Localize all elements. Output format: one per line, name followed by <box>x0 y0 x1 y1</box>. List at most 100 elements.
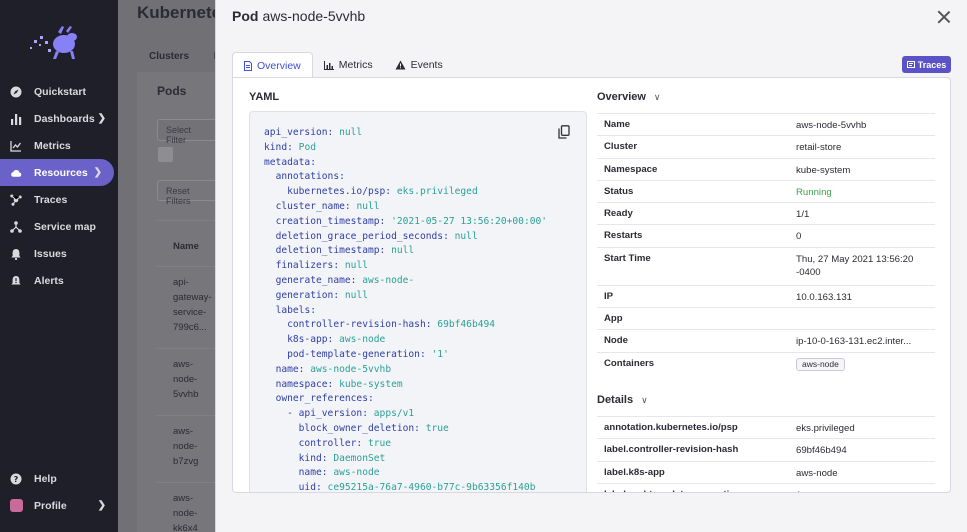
yaml-key: name: <box>275 363 305 375</box>
sidebar-item-resources[interactable]: Resources ❯ <box>0 159 114 186</box>
tab-metrics[interactable]: Metrics <box>313 52 384 78</box>
yaml-line: - api_version: apps/v1 <box>264 407 547 422</box>
kv-value: 1 <box>796 484 935 492</box>
sidebar-item-traces[interactable]: Traces <box>0 186 118 213</box>
chevron-right-icon: ❯ <box>97 500 106 511</box>
sidebar-item-service-map[interactable]: Service map <box>0 213 118 240</box>
sidebar-item-profile[interactable]: Profile ❯ <box>0 492 118 519</box>
yaml-key: controller-revision-hash: <box>287 319 432 331</box>
kv-row: Ready 1/1 <box>597 202 935 224</box>
tab-events[interactable]: Events <box>384 52 454 78</box>
yaml-line: generation: null <box>264 289 547 304</box>
profile-icon <box>10 499 23 512</box>
cloud-icon <box>10 167 22 179</box>
yaml-line: controller-revision-hash: 69bf46b494 <box>264 318 547 333</box>
yaml-value: null <box>454 230 478 242</box>
add-filter-button[interactable] <box>158 147 173 162</box>
chevron-down-icon: ∨ <box>653 91 661 102</box>
logo-icon <box>30 26 77 59</box>
yaml-line: annotations: <box>264 170 547 185</box>
overview-panel: YAML api_version: null kind: Pod metadata:… <box>232 77 951 493</box>
chevron-right-icon: ❯ <box>93 167 102 178</box>
copy-icon[interactable] <box>558 125 570 139</box>
kv-value: aws-node <box>796 467 838 479</box>
kv-key: Status <box>604 185 634 197</box>
kv-row: Containers aws-node <box>597 351 935 374</box>
drawer-kind: Pod <box>232 8 259 24</box>
kv-value: 69bf46b494 <box>796 445 847 457</box>
traces-icon <box>10 194 22 206</box>
yaml-key: generation: <box>275 289 340 301</box>
yaml-value: aws-node-5vvhb <box>310 363 392 375</box>
yaml-line: creation_timestamp: '2021-05-27 13:56:20… <box>264 215 547 230</box>
drawer-tabs: Overview Metrics Events <box>232 52 454 78</box>
yaml-key: cluster_name: <box>275 200 351 212</box>
yaml-key: creation_timestamp: <box>275 215 386 227</box>
close-button[interactable] <box>937 10 951 24</box>
sidebar-item-help[interactable]: ? Help <box>0 465 118 492</box>
kv-row: Cluster retail-store <box>597 135 935 157</box>
kv-row: annotation.kubernetes.io/psp eks.privileg… <box>597 416 935 438</box>
sidebar-item-label: Issues <box>34 247 67 260</box>
sidebar-item-label: Alerts <box>34 274 64 287</box>
details-section-title: Details <box>597 394 634 406</box>
sidebar-item-metrics[interactable]: Metrics <box>0 132 118 159</box>
tab-clusters[interactable]: Clusters <box>149 51 189 62</box>
yaml-key: block_owner_deletion: <box>298 422 420 434</box>
yaml-line: uid: ce95215a-76a7-4960-b77c-9b63356f140… <box>264 481 547 493</box>
table-row[interactable]: aws-node-5vvhb <box>157 348 217 415</box>
yaml-value: aws-node- <box>362 274 415 286</box>
traces-button[interactable]: Traces <box>902 56 951 73</box>
yaml-value: true <box>367 437 392 449</box>
details-list: annotation.kubernetes.io/psp eks.privileg… <box>597 416 935 492</box>
yaml-value: ce95215a-76a7-4960-b77c-9b63356f140b <box>327 482 536 493</box>
yaml-line: pod-template-generation: '1' <box>264 348 547 363</box>
table-row[interactable]: api-gateway-service-799c6... <box>157 266 217 348</box>
yaml-line: deletion_grace_period_seconds: null <box>264 230 547 245</box>
filter-select[interactable]: Select Filter <box>157 119 217 145</box>
sidebar-item-label: Quickstart <box>34 85 86 98</box>
sidebar-item-dashboards[interactable]: Dashboards ❯ <box>0 105 118 132</box>
kv-key: Start Time <box>604 252 651 264</box>
svg-text:?: ? <box>14 475 19 484</box>
yaml-key: uid: <box>298 482 322 493</box>
details-section-header[interactable]: Details ∨ <box>597 394 648 406</box>
kv-value: Running <box>796 186 832 198</box>
yaml-line: name: aws-node-5vvhb <box>264 363 547 378</box>
overview-section-header[interactable]: Overview ∨ <box>597 91 661 103</box>
table-header-name[interactable]: Name <box>157 220 217 266</box>
kv-key: Name <box>604 119 631 130</box>
kv-key: App <box>604 313 623 325</box>
kv-value: aws-node <box>796 353 935 374</box>
yaml-line: owner_references: <box>264 392 547 407</box>
sidebar-item-issues[interactable]: Issues <box>0 240 118 267</box>
table-row[interactable]: aws-node-kk6x4 <box>157 482 217 532</box>
yaml-value: eks.privileged <box>396 186 478 198</box>
tab-overview[interactable]: Overview <box>232 52 313 78</box>
pods-title: Pods <box>157 84 187 98</box>
yaml-line: metadata: <box>264 156 547 171</box>
yaml-line: kind: Pod <box>264 141 547 156</box>
yaml-value: kube-system <box>339 378 403 390</box>
tab-label: Events <box>410 59 443 71</box>
compass-icon <box>10 86 22 98</box>
yaml-line: cluster_name: null <box>264 200 547 215</box>
kv-row: Start Time Thu, 27 May 2021 13:56:20 -040… <box>597 246 935 285</box>
tab-label: Metrics <box>338 59 373 71</box>
kv-value: 10.0.163.131 <box>796 291 853 303</box>
yaml-value: apps/v1 <box>373 408 415 420</box>
yaml-value: Pod <box>298 141 316 153</box>
kv-row: Namespace kube-system <box>597 157 935 180</box>
sidebar-item-alerts[interactable]: Alerts <box>0 267 118 294</box>
table-row[interactable]: aws-node-b7zvg <box>157 415 217 482</box>
sidebar-item-label: Help <box>34 472 57 485</box>
overview-section-title: Overview <box>597 91 646 103</box>
yaml-key: kind: <box>298 452 328 464</box>
kv-row: IP 10.0.163.131 <box>597 284 935 307</box>
yaml-viewer[interactable]: api_version: null kind: Pod metadata: anno… <box>249 111 587 493</box>
sidebar-item-label: Traces <box>34 193 68 206</box>
sidebar-item-quickstart[interactable]: Quickstart <box>0 78 118 105</box>
kv-key: label.k8s-app <box>604 466 665 478</box>
container-badge[interactable]: aws-node <box>796 357 845 371</box>
reset-filters-button[interactable]: Reset Filters <box>157 180 217 206</box>
